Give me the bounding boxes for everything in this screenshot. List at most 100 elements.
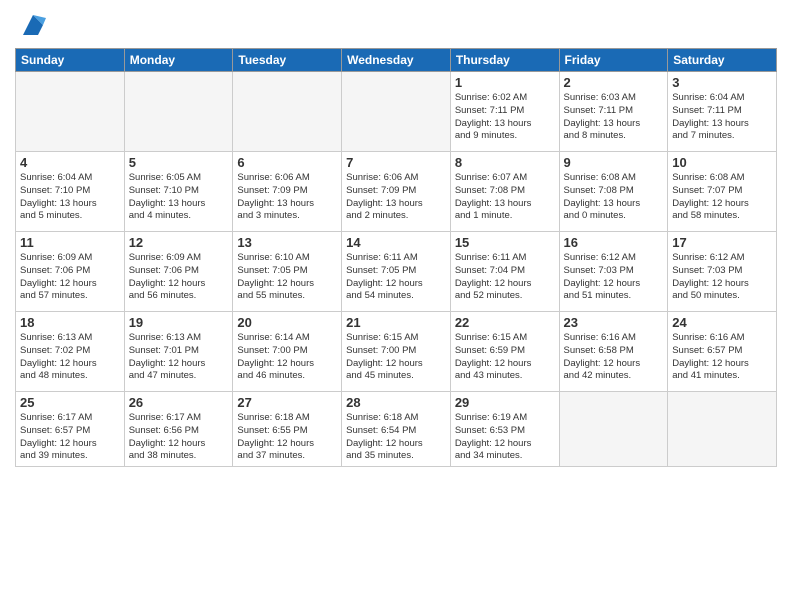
- calendar-cell: 3 Sunrise: 6:04 AM Sunset: 7:11 PM Daylig…: [668, 72, 777, 152]
- calendar-cell: [233, 72, 342, 152]
- day-info: Sunrise: 6:10 AM Sunset: 7:05 PM Dayligh…: [237, 252, 337, 303]
- calendar-cell: 12Sunrise: 6:09 AM Sunset: 7:06 PM Dayli…: [124, 232, 233, 312]
- calendar-cell: 21 Sunrise: 6:15 AM Sunset: 7:00 PM Dayli…: [342, 312, 451, 392]
- calendar-cell: 7 Sunrise: 6:06 AM Sunset: 7:09 PM Daylig…: [342, 152, 451, 232]
- calendar-cell: 8 Sunrise: 6:07 AM Sunset: 7:08 PM Daylig…: [450, 152, 559, 232]
- day-info: Sunrise: 6:11 AM Sunset: 7:04 PM Dayligh…: [455, 252, 555, 303]
- day-number: 14: [346, 235, 446, 250]
- calendar-cell: [16, 72, 125, 152]
- day-info: Sunrise: 6:15 AM Sunset: 6:59 PM Dayligh…: [455, 332, 555, 383]
- calendar-cell: 11 Sunrise: 6:09 AM Sunset: 7:06 PM Dayli…: [16, 232, 125, 312]
- calendar-cell: 20 Sunrise: 6:14 AM Sunset: 7:00 PM Dayli…: [233, 312, 342, 392]
- calendar-cell: 29 Sunrise: 6:19 AM Sunset: 6:53 PM Dayli…: [450, 392, 559, 467]
- day-number: 15: [455, 235, 555, 250]
- col-friday: Friday: [559, 49, 668, 72]
- day-number: 23: [564, 315, 664, 330]
- calendar-cell: 26 Sunrise: 6:17 AM Sunset: 6:56 PM Dayli…: [124, 392, 233, 467]
- day-info: Sunrise: 6:03 AM Sunset: 7:11 PM Dayligh…: [564, 92, 664, 143]
- day-info: Sunrise: 6:05 AM Sunset: 7:10 PM Dayligh…: [129, 172, 229, 223]
- day-number: 10: [672, 155, 772, 170]
- calendar-cell: [342, 72, 451, 152]
- calendar-cell: 23Sunrise: 6:16 AM Sunset: 6:58 PM Dayli…: [559, 312, 668, 392]
- day-info: Sunrise: 6:18 AM Sunset: 6:55 PM Dayligh…: [237, 412, 337, 463]
- day-number: 3: [672, 75, 772, 90]
- calendar-cell: 27Sunrise: 6:18 AM Sunset: 6:55 PM Dayli…: [233, 392, 342, 467]
- day-number: 7: [346, 155, 446, 170]
- day-number: 6: [237, 155, 337, 170]
- calendar-cell: 24 Sunrise: 6:16 AM Sunset: 6:57 PM Dayli…: [668, 312, 777, 392]
- day-number: 20: [237, 315, 337, 330]
- day-number: 5: [129, 155, 229, 170]
- day-number: 24: [672, 315, 772, 330]
- day-info: Sunrise: 6:15 AM Sunset: 7:00 PM Dayligh…: [346, 332, 446, 383]
- logo: [15, 10, 48, 40]
- calendar-cell: 14 Sunrise: 6:11 AM Sunset: 7:05 PM Dayli…: [342, 232, 451, 312]
- day-number: 21: [346, 315, 446, 330]
- page: Sunday Monday Tuesday Wednesday Thursday…: [0, 0, 792, 612]
- col-thursday: Thursday: [450, 49, 559, 72]
- day-info: Sunrise: 6:09 AM Sunset: 7:06 PM Dayligh…: [129, 252, 229, 303]
- day-info: Sunrise: 6:04 AM Sunset: 7:10 PM Dayligh…: [20, 172, 120, 223]
- day-info: Sunrise: 6:17 AM Sunset: 6:56 PM Dayligh…: [129, 412, 229, 463]
- day-info: Sunrise: 6:04 AM Sunset: 7:11 PM Dayligh…: [672, 92, 772, 143]
- col-sunday: Sunday: [16, 49, 125, 72]
- calendar-cell: 28 Sunrise: 6:18 AM Sunset: 6:54 PM Dayli…: [342, 392, 451, 467]
- calendar-cell: 17Sunrise: 6:12 AM Sunset: 7:03 PM Dayli…: [668, 232, 777, 312]
- day-number: 28: [346, 395, 446, 410]
- day-info: Sunrise: 6:12 AM Sunset: 7:03 PM Dayligh…: [672, 252, 772, 303]
- day-info: Sunrise: 6:08 AM Sunset: 7:07 PM Dayligh…: [672, 172, 772, 223]
- calendar-cell: 2 Sunrise: 6:03 AM Sunset: 7:11 PM Daylig…: [559, 72, 668, 152]
- day-info: Sunrise: 6:13 AM Sunset: 7:01 PM Dayligh…: [129, 332, 229, 383]
- day-info: Sunrise: 6:02 AM Sunset: 7:11 PM Dayligh…: [455, 92, 555, 143]
- day-number: 29: [455, 395, 555, 410]
- calendar-cell: 6 Sunrise: 6:06 AM Sunset: 7:09 PM Daylig…: [233, 152, 342, 232]
- day-info: Sunrise: 6:11 AM Sunset: 7:05 PM Dayligh…: [346, 252, 446, 303]
- day-info: Sunrise: 6:17 AM Sunset: 6:57 PM Dayligh…: [20, 412, 120, 463]
- day-number: 22: [455, 315, 555, 330]
- calendar-cell: 4 Sunrise: 6:04 AM Sunset: 7:10 PM Daylig…: [16, 152, 125, 232]
- day-info: Sunrise: 6:16 AM Sunset: 6:57 PM Dayligh…: [672, 332, 772, 383]
- day-number: 19: [129, 315, 229, 330]
- day-number: 1: [455, 75, 555, 90]
- day-number: 8: [455, 155, 555, 170]
- calendar-cell: 5 Sunrise: 6:05 AM Sunset: 7:10 PM Daylig…: [124, 152, 233, 232]
- day-info: Sunrise: 6:08 AM Sunset: 7:08 PM Dayligh…: [564, 172, 664, 223]
- calendar-cell: 25 Sunrise: 6:17 AM Sunset: 6:57 PM Dayli…: [16, 392, 125, 467]
- day-info: Sunrise: 6:07 AM Sunset: 7:08 PM Dayligh…: [455, 172, 555, 223]
- calendar-cell: [124, 72, 233, 152]
- day-number: 2: [564, 75, 664, 90]
- col-wednesday: Wednesday: [342, 49, 451, 72]
- calendar: Sunday Monday Tuesday Wednesday Thursday…: [15, 48, 777, 467]
- col-saturday: Saturday: [668, 49, 777, 72]
- day-info: Sunrise: 6:19 AM Sunset: 6:53 PM Dayligh…: [455, 412, 555, 463]
- calendar-cell: 1 Sunrise: 6:02 AM Sunset: 7:11 PM Daylig…: [450, 72, 559, 152]
- day-info: Sunrise: 6:12 AM Sunset: 7:03 PM Dayligh…: [564, 252, 664, 303]
- day-number: 16: [564, 235, 664, 250]
- day-number: 4: [20, 155, 120, 170]
- day-info: Sunrise: 6:06 AM Sunset: 7:09 PM Dayligh…: [346, 172, 446, 223]
- header: [15, 10, 777, 40]
- calendar-cell: [668, 392, 777, 467]
- calendar-cell: 9Sunrise: 6:08 AM Sunset: 7:08 PM Daylig…: [559, 152, 668, 232]
- calendar-cell: 22 Sunrise: 6:15 AM Sunset: 6:59 PM Dayli…: [450, 312, 559, 392]
- calendar-cell: 13Sunrise: 6:10 AM Sunset: 7:05 PM Dayli…: [233, 232, 342, 312]
- col-monday: Monday: [124, 49, 233, 72]
- day-number: 26: [129, 395, 229, 410]
- day-number: 25: [20, 395, 120, 410]
- logo-icon: [18, 10, 48, 40]
- calendar-cell: 19 Sunrise: 6:13 AM Sunset: 7:01 PM Dayli…: [124, 312, 233, 392]
- day-info: Sunrise: 6:18 AM Sunset: 6:54 PM Dayligh…: [346, 412, 446, 463]
- day-number: 11: [20, 235, 120, 250]
- day-number: 18: [20, 315, 120, 330]
- calendar-cell: 15 Sunrise: 6:11 AM Sunset: 7:04 PM Dayli…: [450, 232, 559, 312]
- day-info: Sunrise: 6:09 AM Sunset: 7:06 PM Dayligh…: [20, 252, 120, 303]
- day-info: Sunrise: 6:06 AM Sunset: 7:09 PM Dayligh…: [237, 172, 337, 223]
- calendar-cell: 16 Sunrise: 6:12 AM Sunset: 7:03 PM Dayli…: [559, 232, 668, 312]
- calendar-cell: [559, 392, 668, 467]
- day-info: Sunrise: 6:14 AM Sunset: 7:00 PM Dayligh…: [237, 332, 337, 383]
- header-row: Sunday Monday Tuesday Wednesday Thursday…: [16, 49, 777, 72]
- calendar-cell: 18 Sunrise: 6:13 AM Sunset: 7:02 PM Dayli…: [16, 312, 125, 392]
- day-info: Sunrise: 6:13 AM Sunset: 7:02 PM Dayligh…: [20, 332, 120, 383]
- col-tuesday: Tuesday: [233, 49, 342, 72]
- calendar-cell: 10 Sunrise: 6:08 AM Sunset: 7:07 PM Dayli…: [668, 152, 777, 232]
